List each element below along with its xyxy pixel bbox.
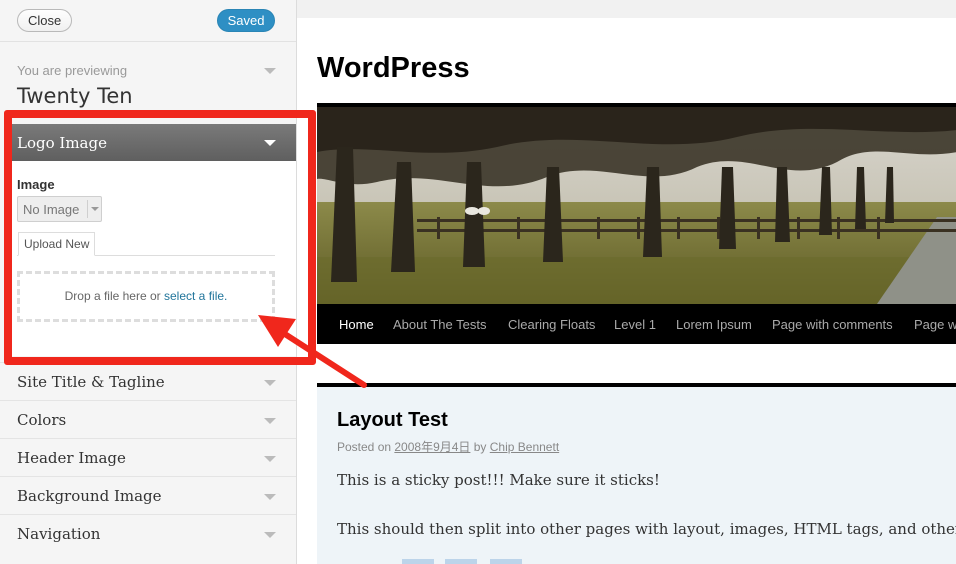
nav-item-about[interactable]: About The Tests xyxy=(393,317,486,332)
site-preview: WordPress Home About The Tests Clearing … xyxy=(297,0,956,564)
thumbnail-image xyxy=(445,559,477,564)
section-background-image[interactable]: Background Image xyxy=(0,476,296,514)
saved-button[interactable]: Saved xyxy=(217,9,275,32)
tree-avenue-image xyxy=(317,107,956,304)
dropzone-instructions: Drop a file here or xyxy=(64,289,164,303)
section-title: Colors xyxy=(17,411,67,429)
nav-item-clearing-floats[interactable]: Clearing Floats xyxy=(508,317,595,332)
nav-item-page-with-comments[interactable]: Page with comments xyxy=(772,317,893,332)
select-file-link[interactable]: select a file. xyxy=(164,289,227,303)
thumbnail-image xyxy=(402,559,434,564)
image-label: Image xyxy=(17,177,55,192)
by-label: by xyxy=(470,440,490,454)
section-title: Logo Image xyxy=(17,134,107,152)
chevron-down-icon xyxy=(264,456,276,462)
chevron-down-icon xyxy=(264,140,276,146)
logo-image-section: Logo Image Image No Image Upload New Dro… xyxy=(11,124,296,356)
thumbnail-image xyxy=(490,559,522,564)
customizer-header: Close Saved xyxy=(0,0,296,42)
nav-item-lorem-ipsum[interactable]: Lorem Ipsum xyxy=(676,317,752,332)
section-title: Header Image xyxy=(17,449,126,467)
theme-preview-info[interactable]: You are previewing Twenty Ten xyxy=(0,52,296,112)
section-title: Site Title & Tagline xyxy=(17,373,165,391)
dropzone-text: Drop a file here or select a file. xyxy=(20,289,272,303)
image-select[interactable]: No Image xyxy=(17,196,102,222)
close-button[interactable]: Close xyxy=(17,9,73,32)
chevron-down-icon xyxy=(264,532,276,538)
previewing-label: You are previewing xyxy=(17,63,128,78)
sticky-post: Layout Test Posted on 2008年9月4日 by Chip … xyxy=(317,387,956,564)
chevron-down-icon xyxy=(264,494,276,500)
post-paragraph: This is a sticky post!!! Make sure it st… xyxy=(337,471,660,489)
site-title[interactable]: WordPress xyxy=(317,52,470,85)
header-image xyxy=(317,103,956,304)
theme-name: Twenty Ten xyxy=(17,84,133,108)
section-header-image[interactable]: Header Image xyxy=(0,438,296,476)
post-paragraph: This should then split into other pages … xyxy=(337,520,956,538)
chevron-down-icon xyxy=(264,380,276,386)
customizer-sidebar: Close Saved You are previewing Twenty Te… xyxy=(0,0,297,564)
tab-upload-new[interactable]: Upload New xyxy=(18,232,96,256)
section-site-title-tagline[interactable]: Site Title & Tagline xyxy=(0,362,296,400)
section-colors[interactable]: Colors xyxy=(0,400,296,438)
post-meta: Posted on 2008年9月4日 by Chip Bennett xyxy=(337,438,559,455)
chevron-down-icon xyxy=(91,207,99,211)
posted-on-label: Posted on xyxy=(337,440,395,454)
chevron-down-icon[interactable] xyxy=(264,68,276,74)
nav-item-page-w[interactable]: Page w xyxy=(914,317,956,332)
section-navigation[interactable]: Navigation xyxy=(0,514,296,552)
chevron-down-icon xyxy=(264,418,276,424)
section-title: Navigation xyxy=(17,525,101,543)
nav-item-home[interactable]: Home xyxy=(339,317,374,332)
author-link[interactable]: Chip Bennett xyxy=(490,440,559,454)
preview-page: WordPress Home About The Tests Clearing … xyxy=(297,18,956,564)
nav-item-level-1[interactable]: Level 1 xyxy=(614,317,656,332)
site-navigation: Home About The Tests Clearing Floats Lev… xyxy=(317,304,956,344)
post-title[interactable]: Layout Test xyxy=(337,409,448,432)
section-title: Background Image xyxy=(17,487,162,505)
post-date-link[interactable]: 2008年9月4日 xyxy=(394,440,470,454)
file-dropzone[interactable]: Drop a file here or select a file. xyxy=(17,271,275,322)
select-divider xyxy=(87,200,88,218)
image-select-value: No Image xyxy=(23,202,80,217)
logo-image-section-header[interactable]: Logo Image xyxy=(11,124,296,161)
